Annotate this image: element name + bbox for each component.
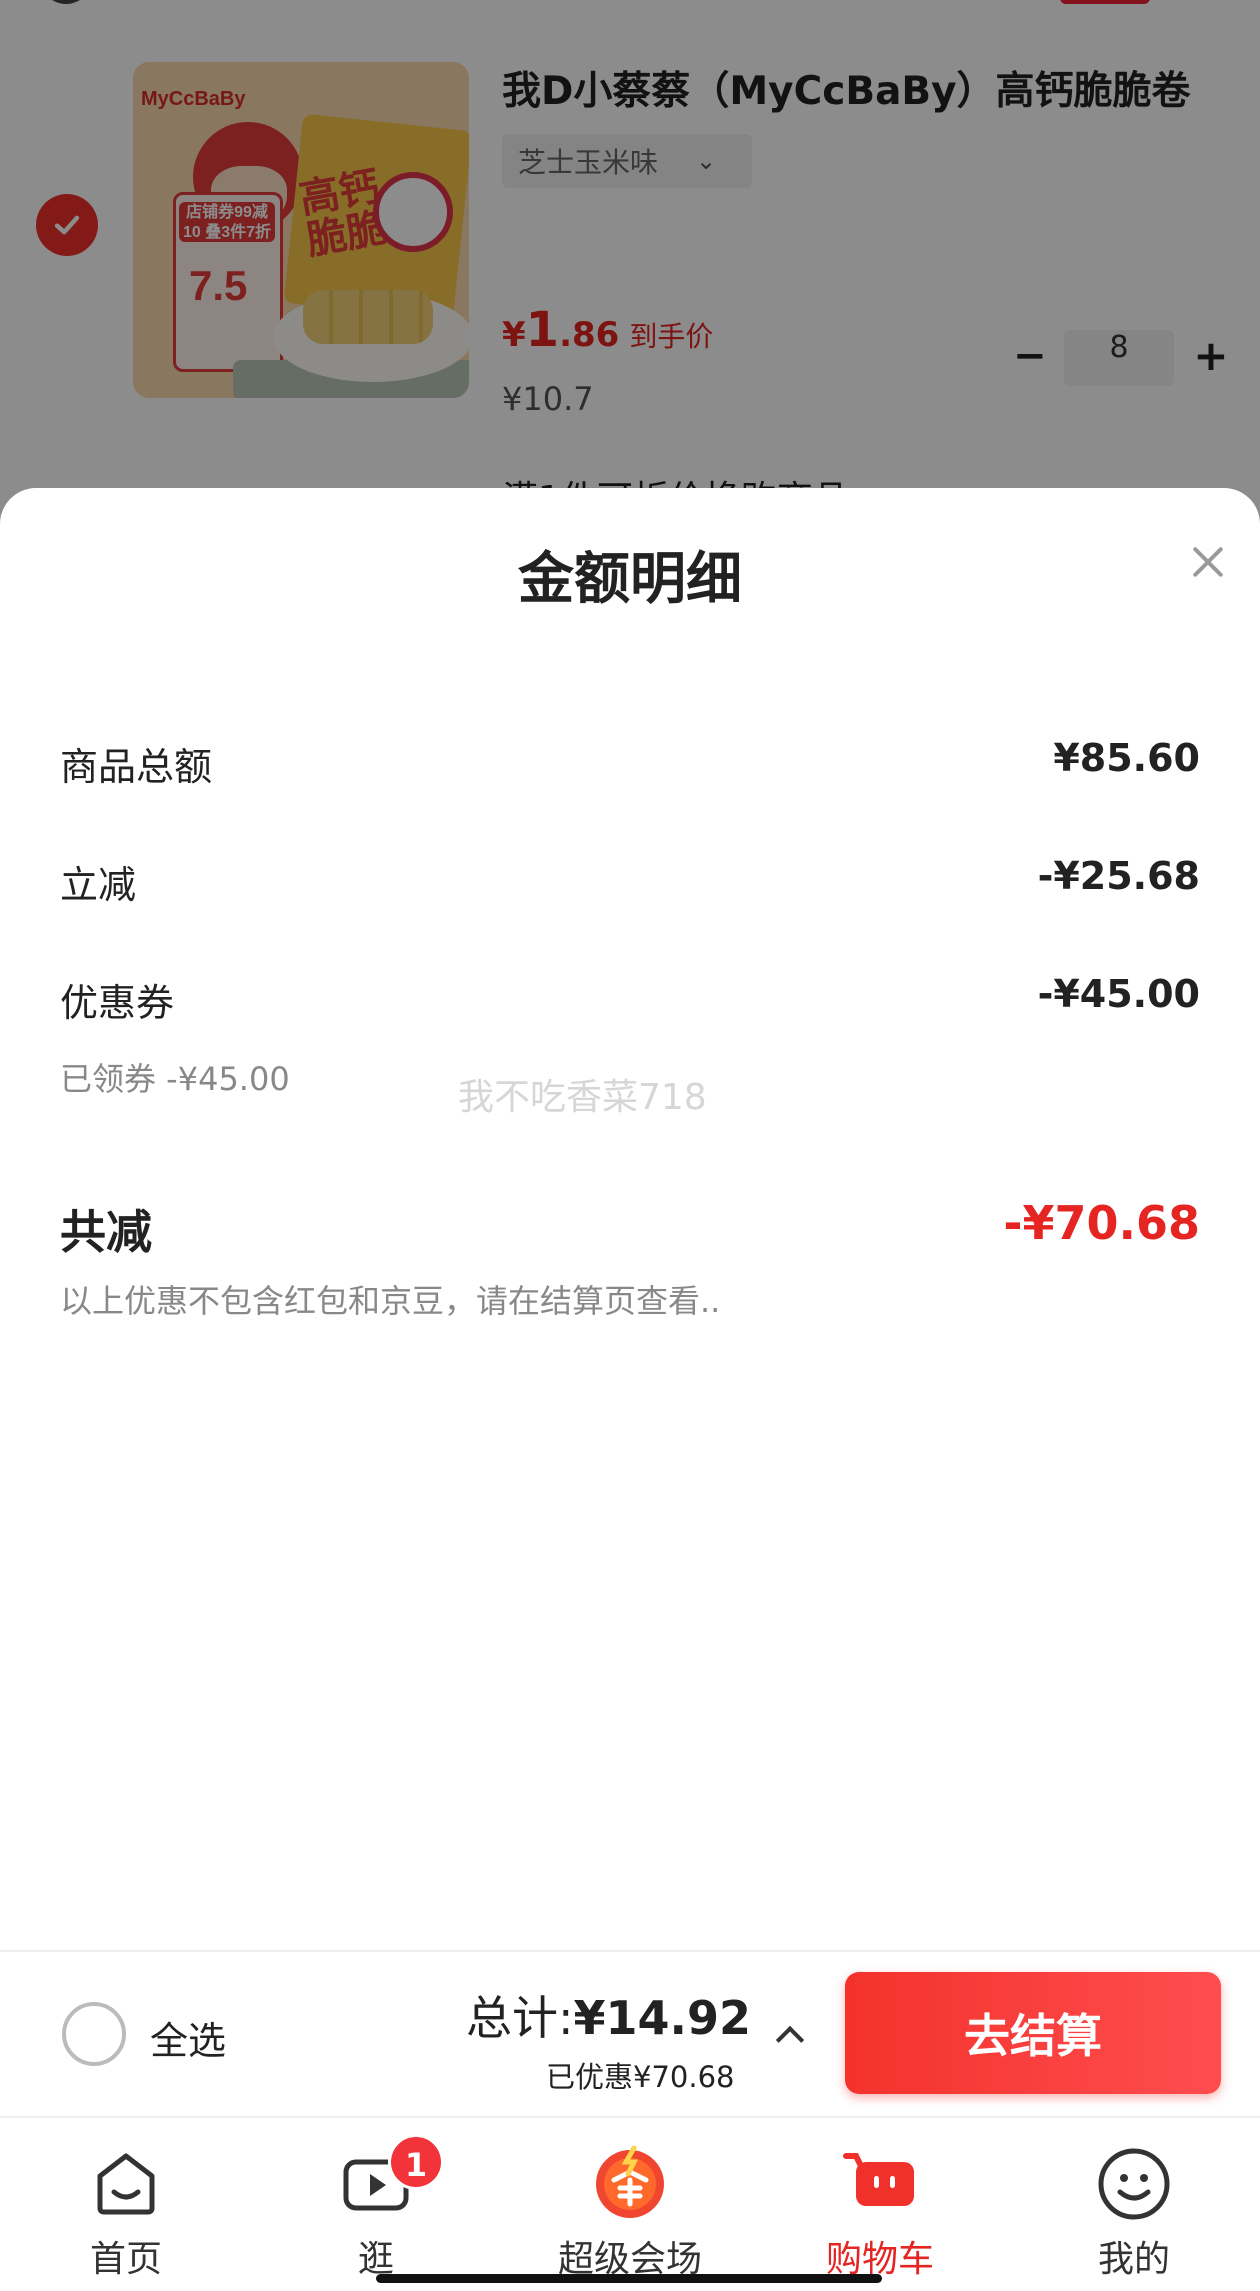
smiley-profile-icon bbox=[1098, 2148, 1170, 2220]
home-indicator[interactable] bbox=[376, 2274, 882, 2283]
tab-browse[interactable]: 1 逛 bbox=[276, 2118, 476, 2291]
save-money-icon bbox=[596, 2145, 664, 2218]
checkout-bar: 全选 总计:¥14.92 已优惠¥70.68 去结算 bbox=[0, 1950, 1260, 2116]
select-all-radio[interactable] bbox=[62, 2002, 126, 2066]
close-icon[interactable] bbox=[1186, 540, 1230, 584]
cart-icon bbox=[843, 2153, 914, 2206]
tab-home[interactable]: 首页 bbox=[26, 2118, 226, 2291]
bottom-tab-bar: 首页 1 逛 超级会场 购物车 我的 bbox=[0, 2116, 1260, 2291]
goods-total-label: 商品总额 bbox=[60, 745, 213, 789]
sheet-title: 金额明细 bbox=[518, 547, 742, 612]
coupon-value: -¥45.00 bbox=[1037, 972, 1200, 1016]
select-all-label[interactable]: 全选 bbox=[150, 2010, 226, 2065]
instant-discount-label: 立减 bbox=[60, 863, 137, 907]
goods-total-value: ¥85.60 bbox=[1053, 736, 1200, 780]
total-discount-value: -¥70.68 bbox=[1003, 1196, 1200, 1250]
home-icon bbox=[97, 2153, 155, 2215]
total-discount-label: 共减 bbox=[60, 1205, 152, 1259]
tab-super-venue[interactable]: 超级会场 bbox=[530, 2118, 730, 2291]
notification-badge: 1 bbox=[388, 2134, 444, 2190]
total-discount-note: 以上优惠不包含红包和京豆，请在结算页查看.. bbox=[60, 1282, 721, 1320]
cart-total-amount: ¥14.92 bbox=[573, 1991, 752, 2045]
tab-cart[interactable]: 购物车 bbox=[780, 2118, 980, 2291]
coupon-label: 优惠券 bbox=[60, 981, 175, 1025]
chevron-up-icon[interactable] bbox=[774, 2020, 804, 2050]
watermark: 我不吃香菜718 bbox=[458, 1077, 707, 1118]
cart-total[interactable]: 总计:¥14.92 bbox=[466, 1982, 751, 2048]
amount-detail-sheet: 金额明细 商品总额 ¥85.60 立减 -¥25.68 优惠券 -¥45.00 … bbox=[0, 488, 1260, 1950]
tab-profile[interactable]: 我的 bbox=[1034, 2118, 1234, 2291]
instant-discount-value: -¥25.68 bbox=[1037, 854, 1200, 898]
cart-saved-amount: 已优惠¥70.68 bbox=[546, 2060, 735, 2094]
coupon-sub-detail: 已领券 -¥45.00 bbox=[60, 1060, 290, 1098]
checkout-button[interactable]: 去结算 bbox=[845, 1972, 1221, 2094]
